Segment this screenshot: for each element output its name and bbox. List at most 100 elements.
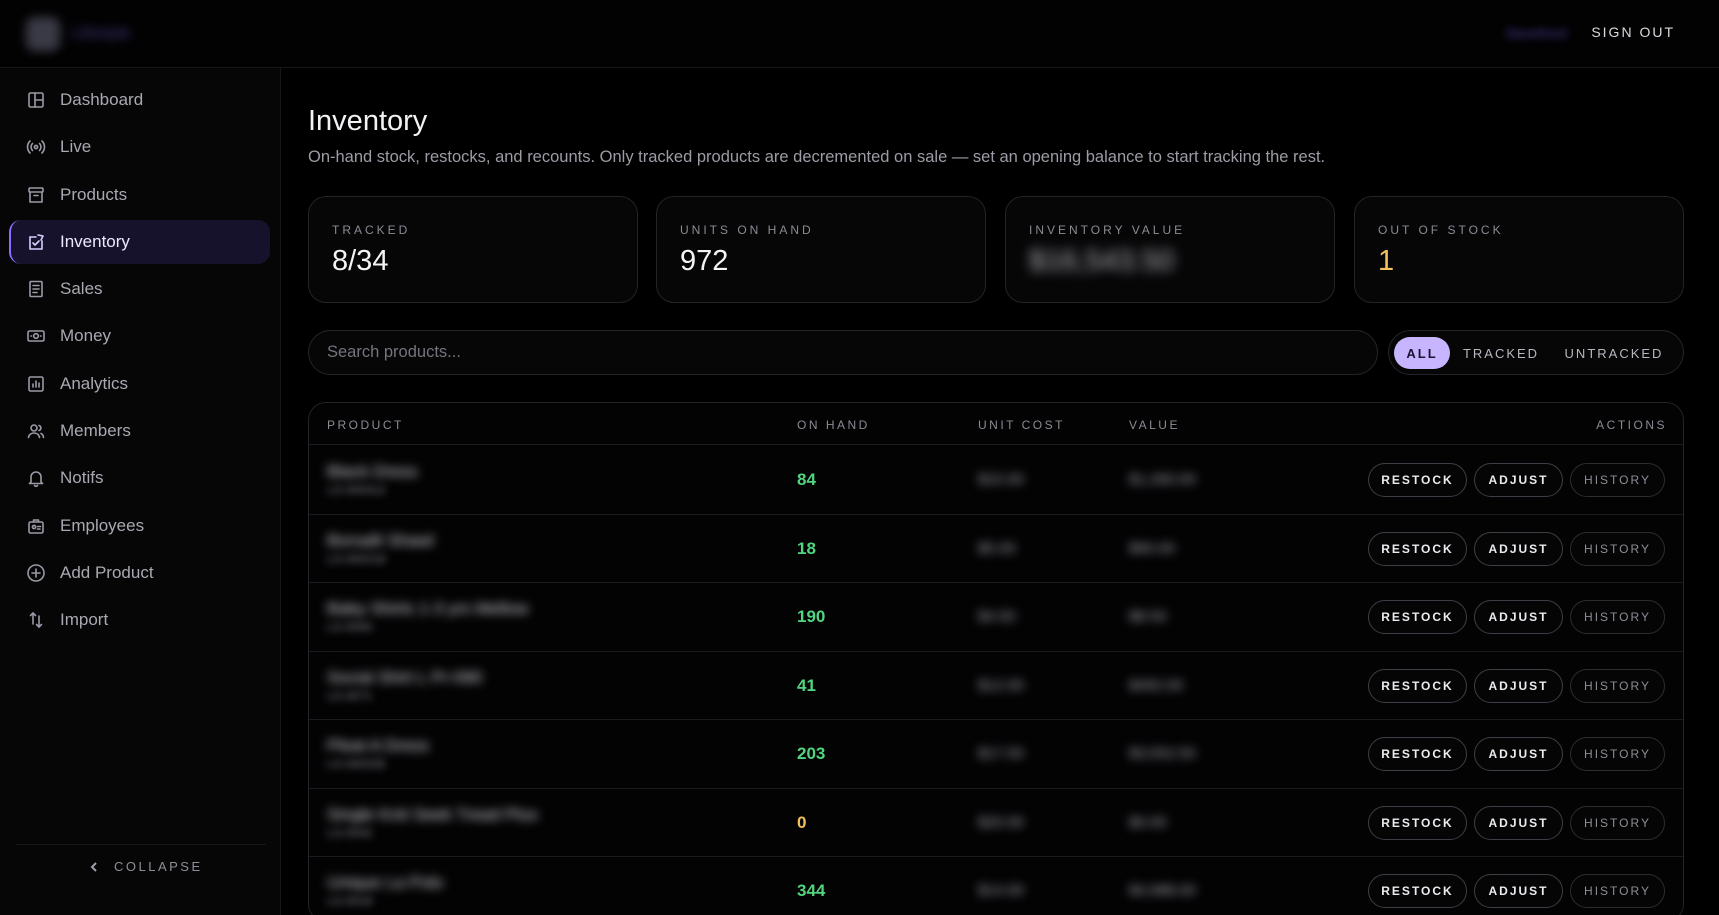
adjust-button[interactable]: ADJUST — [1474, 463, 1563, 497]
sidebar-item-members[interactable]: Members — [9, 409, 270, 453]
sidebar-item-label: Import — [60, 610, 109, 630]
stat-card-inventory-value: INVENTORY VALUE $16,543.50 — [1005, 196, 1335, 303]
history-button[interactable]: HISTORY — [1570, 463, 1665, 497]
stock-value: $3,552.50 — [1129, 745, 1196, 762]
on-hand-count: 18 — [797, 538, 816, 558]
stats-row: TRACKED 8/34 UNITS ON HAND 972 INVENTORY… — [308, 196, 1684, 303]
stat-value: 8/34 — [332, 245, 389, 277]
on-hand-count: 203 — [797, 744, 826, 763]
history-button[interactable]: HISTORY — [1570, 600, 1665, 634]
adjust-button[interactable]: ADJUST — [1474, 600, 1563, 634]
product-sku: LS-000218 — [327, 551, 386, 566]
restock-button[interactable]: RESTOCK — [1368, 668, 1467, 703]
top-bar: Lifestyle Storefront SIGN OUT — [0, 0, 1719, 68]
table-row: Pleat A Dress LS-000335 203 $17.50 $3,55… — [309, 720, 1683, 789]
product-sku: LS-0042 — [327, 825, 373, 840]
filter-tracked-button[interactable]: TRACKED — [1453, 337, 1549, 369]
adjust-button[interactable]: ADJUST — [1474, 874, 1563, 908]
stock-value: $90.00 — [1129, 539, 1175, 557]
sidebar-item-analytics[interactable]: Analytics — [9, 362, 270, 406]
restock-button[interactable]: RESTOCK — [1368, 874, 1467, 908]
sidebar-item-employees[interactable]: Employees — [9, 504, 270, 548]
chevron-left-icon — [90, 861, 97, 872]
sidebar-item-label: Notifs — [60, 468, 104, 488]
history-button[interactable]: HISTORY — [1570, 805, 1665, 840]
table-row: Single Knit Seek Tread Plus LS-0042 0 $2… — [309, 789, 1683, 857]
sidebar-item-label: Live — [60, 137, 92, 157]
restock-button[interactable]: RESTOCK — [1368, 463, 1467, 497]
stat-card-tracked: TRACKED 8/34 — [308, 196, 638, 303]
sidebar-item-import[interactable]: Import — [9, 598, 270, 642]
on-hand-count: 84 — [797, 470, 816, 489]
brand[interactable]: Lifestyle — [26, 17, 131, 51]
table-row: Borsalli Shawl LS-000218 18 $5.00 $90.00… — [309, 515, 1683, 583]
table-row: Unique La Polo LS-0018 344 $14.00 $4,988… — [309, 857, 1683, 915]
restock-button[interactable]: RESTOCK — [1368, 600, 1467, 634]
adjust-button[interactable]: ADJUST — [1474, 805, 1563, 840]
product-name: Black Dress — [327, 462, 418, 481]
table-row: Social Shirt L Pr-090 LS-0071 41 $12.00 … — [309, 652, 1683, 720]
stat-label: TRACKED — [332, 223, 411, 237]
page-title: Inventory — [308, 105, 428, 137]
sidebar-item-live[interactable]: Live — [9, 125, 270, 169]
filter-untracked-button[interactable]: UNTRACKED — [1552, 337, 1676, 369]
adjust-button[interactable]: ADJUST — [1474, 668, 1563, 703]
sidebar-item-notifs[interactable]: Notifs — [9, 456, 270, 500]
analytics-icon — [26, 374, 46, 394]
sidebar-item-money[interactable]: Money — [9, 314, 270, 358]
sidebar-item-products[interactable]: Products — [9, 173, 270, 217]
stat-value: $16,543.50 — [1029, 245, 1175, 277]
sidebar-item-inventory[interactable]: Inventory — [9, 219, 270, 264]
sidebar-item-sales[interactable]: Sales — [9, 267, 270, 311]
sidebar-item-label: Add Product — [60, 562, 154, 582]
history-button[interactable]: HISTORY — [1570, 737, 1665, 771]
on-hand-count: 0 — [797, 812, 807, 832]
sidebar-item-label: Analytics — [60, 373, 129, 393]
history-button[interactable]: HISTORY — [1570, 668, 1665, 703]
inventory-table: PRODUCT ON HAND UNIT COST VALUE ACTIONS … — [308, 402, 1684, 915]
restock-button[interactable]: RESTOCK — [1368, 531, 1467, 566]
product-sku: LS-0071 — [327, 688, 373, 703]
restock-button[interactable]: RESTOCK — [1368, 737, 1467, 771]
collapse-label: COLLAPSE — [114, 859, 203, 874]
history-button[interactable]: HISTORY — [1570, 874, 1665, 908]
add-icon — [26, 563, 46, 583]
column-header-on-hand: ON HAND — [797, 418, 870, 432]
sidebar-item-add-product[interactable]: Add Product — [9, 551, 270, 595]
product-name: Single Knit Seek Tread Plus — [327, 804, 538, 824]
unit-cost: $14.00 — [978, 882, 1024, 899]
sidebar-nav: Dashboard Live Products Inventory Sales … — [9, 78, 270, 646]
column-header-product: PRODUCT — [327, 418, 404, 432]
product-name: Baby Shirts 1-3 yrs Mellow — [327, 599, 529, 618]
products-icon — [26, 185, 46, 205]
stock-value: $1,260.00 — [1129, 471, 1196, 488]
product-sku: LS-000412 — [327, 483, 386, 497]
brand-name: Lifestyle — [72, 25, 131, 42]
restock-button[interactable]: RESTOCK — [1368, 805, 1467, 840]
sidebar-item-dashboard[interactable]: Dashboard — [9, 78, 270, 122]
search-input[interactable] — [308, 330, 1378, 375]
collapse-button[interactable]: COLLAPSE — [88, 859, 203, 874]
inventory-icon — [26, 232, 46, 252]
product-sku: LS-0093 — [327, 620, 373, 634]
sidebar-item-label: Money — [60, 326, 112, 346]
bell-icon — [26, 468, 46, 488]
product-name: Borsalli Shawl — [327, 530, 434, 550]
filter-segmented-control: ALL TRACKED UNTRACKED — [1388, 330, 1684, 375]
storefront-link[interactable]: Storefront — [1506, 25, 1567, 41]
sign-out-button[interactable]: SIGN OUT — [1591, 24, 1675, 40]
filter-all-button[interactable]: ALL — [1394, 337, 1450, 369]
adjust-button[interactable]: ADJUST — [1474, 531, 1563, 566]
stock-value: $492.00 — [1129, 676, 1184, 694]
product-sku: LS-000335 — [327, 757, 386, 771]
column-header-value: VALUE — [1129, 418, 1180, 432]
stock-value: $8.50 — [1129, 608, 1167, 625]
history-button[interactable]: HISTORY — [1570, 531, 1665, 566]
adjust-button[interactable]: ADJUST — [1474, 737, 1563, 771]
sidebar-item-label: Members — [60, 421, 131, 441]
stat-value: 1 — [1378, 245, 1395, 277]
sidebar: Dashboard Live Products Inventory Sales … — [0, 68, 281, 915]
stat-label: UNITS ON HAND — [680, 223, 814, 237]
sidebar-item-label: Dashboard — [60, 90, 144, 109]
column-header-unit-cost: UNIT COST — [978, 418, 1065, 432]
